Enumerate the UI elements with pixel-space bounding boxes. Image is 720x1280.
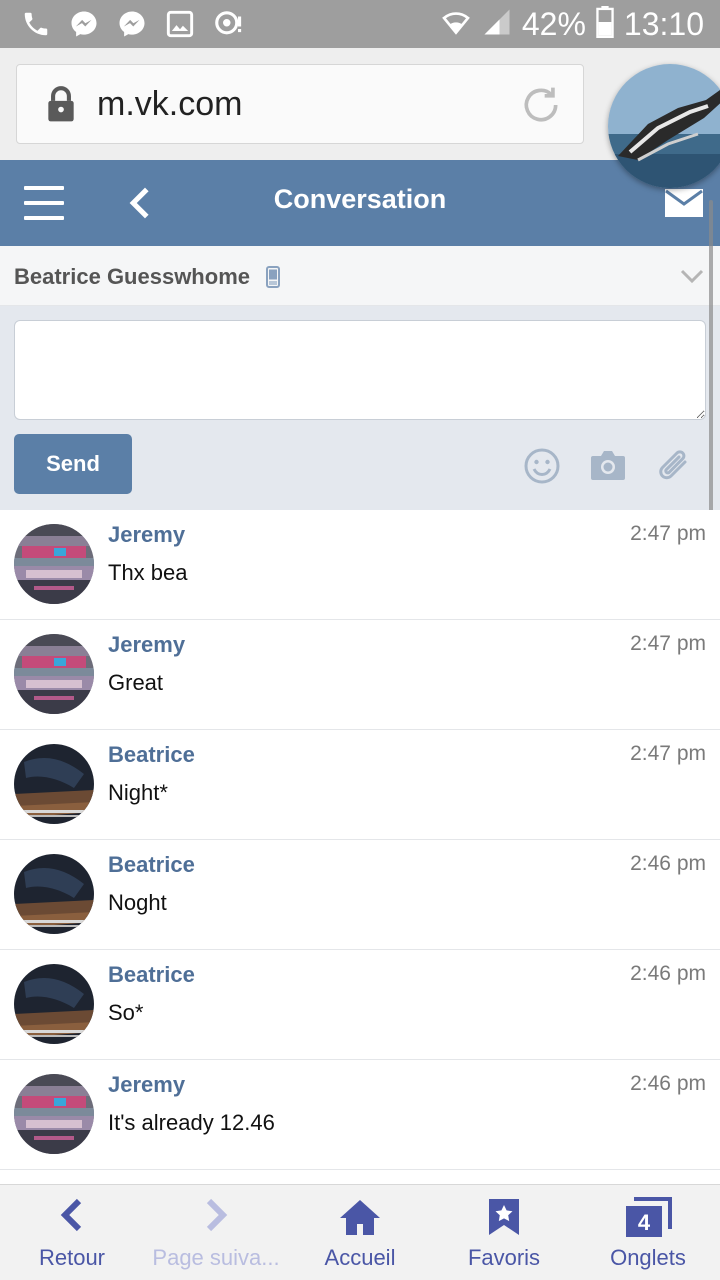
messenger-icon <box>68 8 100 40</box>
message-author[interactable]: Jeremy <box>108 632 185 658</box>
avatar-beatrice[interactable] <box>14 744 94 824</box>
signal-icon <box>482 7 512 42</box>
voice-icon <box>212 8 244 40</box>
forward-label: Page suiva... <box>152 1245 280 1270</box>
browser-bottom-nav: Retour Page suiva... Accueil Favoris 4 O… <box>0 1184 720 1280</box>
profile-avatar[interactable] <box>608 64 720 188</box>
favorites-button[interactable]: Favoris <box>432 1185 576 1280</box>
battery-icon <box>596 5 614 43</box>
system-status: 42% 13:10 <box>440 4 704 44</box>
send-button[interactable]: Send <box>14 434 132 494</box>
message-text: Night* <box>108 780 168 805</box>
page-title: Conversation <box>273 184 447 214</box>
lock-icon <box>45 85 77 128</box>
forward-button[interactable]: Page suiva... <box>144 1185 288 1280</box>
chevron-left-icon <box>0 1197 144 1237</box>
message-row[interactable]: Jeremy 2:47 pm Thx bea <box>0 510 720 620</box>
message-time: 2:47 pm <box>630 742 706 765</box>
message-row[interactable]: Jeremy 2:47 pm Great <box>0 620 720 730</box>
address-bar[interactable]: m.vk.com <box>16 64 584 144</box>
message-author[interactable]: Beatrice <box>108 852 195 878</box>
scrollbar[interactable] <box>709 200 713 534</box>
message-text: Thx bea <box>108 560 188 585</box>
mail-icon[interactable] <box>664 188 704 223</box>
back-button[interactable]: Retour <box>0 1185 144 1280</box>
message-time: 2:47 pm <box>630 632 706 655</box>
attachment-icon[interactable] <box>656 448 690 489</box>
mobile-phone-icon <box>266 266 280 293</box>
chevron-right-icon <box>144 1197 288 1237</box>
message-time: 2:46 pm <box>630 1072 706 1095</box>
favorites-label: Favoris <box>467 1245 541 1270</box>
message-list: Jeremy 2:47 pm Thx bea Jeremy 2:47 pm Gr… <box>0 510 720 1170</box>
message-time: 2:47 pm <box>630 522 706 545</box>
message-text: Noght <box>108 890 167 915</box>
tab-count: 4 <box>638 1210 651 1235</box>
home-icon <box>288 1197 432 1237</box>
status-bar: 42% 13:10 <box>0 0 720 48</box>
compose-area: Send <box>0 306 720 510</box>
home-button[interactable]: Accueil <box>288 1185 432 1280</box>
bookmark-star-icon <box>432 1197 576 1237</box>
reload-icon[interactable] <box>519 83 563 132</box>
message-input[interactable] <box>14 320 706 420</box>
clock: 13:10 <box>623 5 704 42</box>
camera-icon[interactable] <box>589 448 627 487</box>
phone-icon <box>20 8 52 40</box>
tabs-icon: 4 <box>576 1197 720 1237</box>
app-header: Conversation <box>0 160 720 246</box>
message-author[interactable]: Beatrice <box>108 742 195 768</box>
tabs-label: Onglets <box>610 1245 686 1270</box>
battery-percent: 42% <box>521 5 586 42</box>
avatar-beatrice[interactable] <box>14 964 94 1044</box>
notification-icons <box>20 8 244 40</box>
message-row[interactable]: Beatrice 2:47 pm Night* <box>0 730 720 840</box>
home-label: Accueil <box>324 1245 396 1270</box>
message-row[interactable]: Beatrice 2:46 pm So* <box>0 950 720 1060</box>
image-icon <box>164 8 196 40</box>
message-text: It's already 12.46 <box>108 1110 275 1135</box>
conversation-peer[interactable]: Beatrice Guesswhome <box>0 246 720 306</box>
message-time: 2:46 pm <box>630 962 706 985</box>
message-text: Great <box>108 670 164 695</box>
avatar-jeremy[interactable] <box>14 524 94 604</box>
emoji-icon[interactable] <box>524 448 560 489</box>
peer-name: Beatrice Guesswhome <box>14 264 250 289</box>
messenger-icon <box>116 8 148 40</box>
message-author[interactable]: Jeremy <box>108 1072 185 1098</box>
avatar-beatrice[interactable] <box>14 854 94 934</box>
tabs-button[interactable]: 4 Onglets <box>576 1185 720 1280</box>
message-author[interactable]: Beatrice <box>108 962 195 988</box>
avatar-jeremy[interactable] <box>14 634 94 714</box>
message-row[interactable]: Jeremy 2:46 pm It's already 12.46 <box>0 1060 720 1170</box>
url-text: m.vk.com <box>97 85 243 123</box>
message-time: 2:46 pm <box>630 852 706 875</box>
message-row[interactable]: Beatrice 2:46 pm Noght <box>0 840 720 950</box>
message-text: So* <box>108 1000 144 1025</box>
message-author[interactable]: Jeremy <box>108 522 185 548</box>
wifi-icon <box>440 6 472 43</box>
avatar-jeremy[interactable] <box>14 1074 94 1154</box>
back-label: Retour <box>38 1245 106 1270</box>
chevron-down-icon[interactable] <box>680 268 704 289</box>
